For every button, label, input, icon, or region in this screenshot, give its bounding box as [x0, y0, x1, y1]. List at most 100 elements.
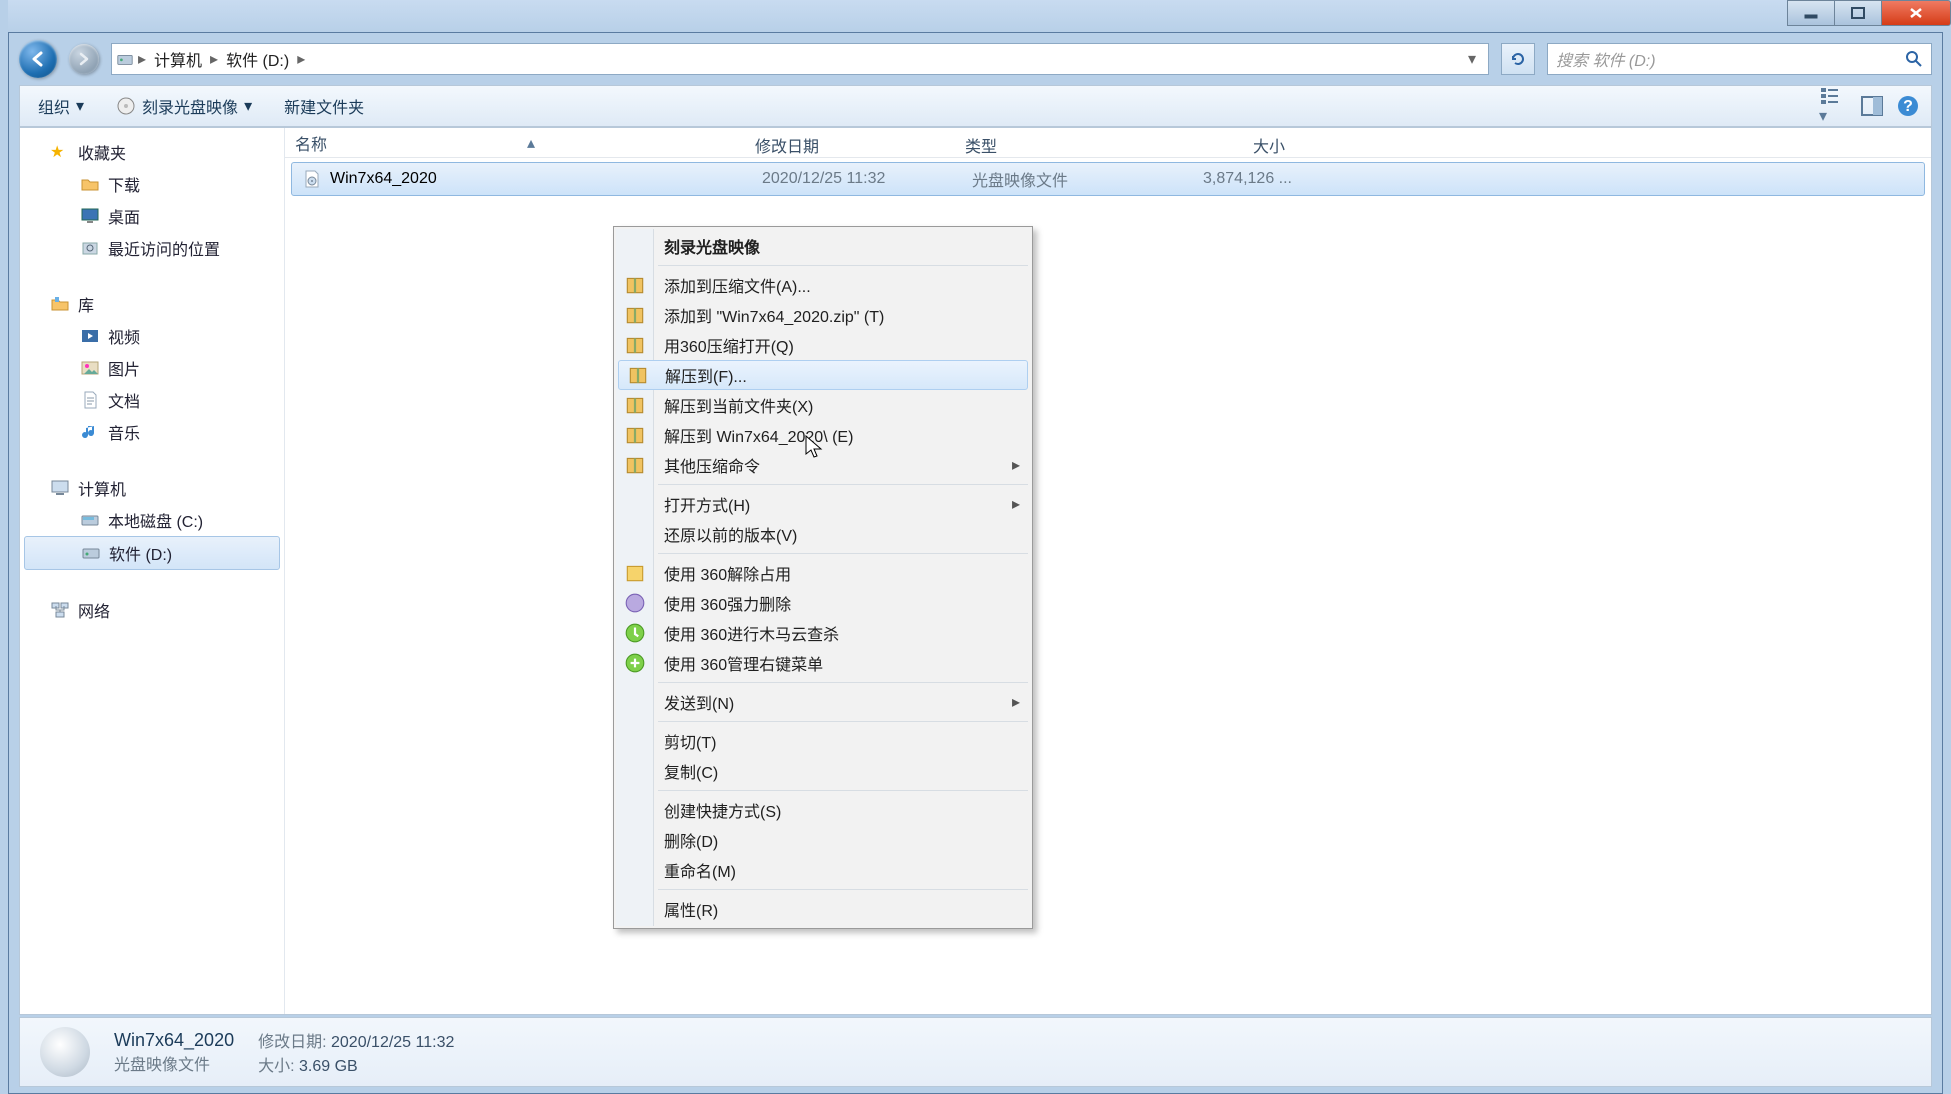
ctx-add-to-archive[interactable]: 添加到压缩文件(A)...	[616, 270, 1030, 300]
sidebar-videos[interactable]: 视频	[20, 320, 284, 352]
ctx-other-archive[interactable]: 其他压缩命令▸	[616, 450, 1030, 480]
file-type: 光盘映像文件	[962, 167, 1172, 191]
submenu-arrow-icon: ▸	[1012, 692, 1020, 712]
col-size[interactable]: 大小	[1165, 128, 1295, 157]
ctx-burn-disc[interactable]: 刻录光盘映像	[616, 231, 1030, 261]
file-date: 2020/12/25 11:32	[752, 170, 962, 188]
address-bar[interactable]: ▸ 计算机 ▸ 软件 (D:) ▸ ▾	[111, 43, 1489, 75]
sidebar-recent-places[interactable]: 最近访问的位置	[20, 232, 284, 264]
details-name: Win7x64_2020	[114, 1030, 234, 1051]
disc-icon	[40, 1027, 90, 1077]
maximize-button[interactable]	[1834, 0, 1882, 26]
documents-icon	[80, 390, 100, 410]
sidebar-music[interactable]: 音乐	[20, 416, 284, 448]
network-icon	[50, 600, 70, 620]
chevron-right-icon: ▸	[136, 49, 148, 69]
archive-icon	[624, 304, 646, 326]
navigation-pane: ★收藏夹 下载 桌面 最近访问的位置 库 视频 图片 文档 音乐 计算机 本地磁…	[20, 128, 285, 1014]
ctx-360-force-delete[interactable]: 使用 360强力删除	[616, 588, 1030, 618]
new-folder-button[interactable]: 新建文件夹	[278, 90, 370, 122]
sidebar-software-d[interactable]: 软件 (D:)	[24, 536, 280, 570]
forward-button[interactable]	[69, 44, 99, 74]
archive-icon	[627, 364, 649, 386]
burn-disc-button[interactable]: 刻录光盘映像 ▾	[110, 90, 258, 122]
library-icon	[50, 294, 70, 314]
file-row[interactable]: Win7x64_2020 2020/12/25 11:32 光盘映像文件 3,8…	[291, 162, 1925, 196]
sort-asc-icon: ▴	[527, 133, 535, 153]
video-icon	[80, 326, 100, 346]
sidebar-network[interactable]: 网络	[20, 594, 284, 626]
ctx-cut[interactable]: 剪切(T)	[616, 726, 1030, 756]
refresh-button[interactable]	[1501, 43, 1535, 75]
drive-icon	[116, 50, 134, 68]
col-date[interactable]: 修改日期	[745, 128, 955, 157]
ctx-copy[interactable]: 复制(C)	[616, 756, 1030, 786]
ctx-add-to-zip[interactable]: 添加到 "Win7x64_2020.zip" (T)	[616, 300, 1030, 330]
details-pane: Win7x64_2020 光盘映像文件 修改日期: 2020/12/25 11:…	[19, 1017, 1932, 1087]
minimize-button[interactable]	[1787, 0, 1835, 26]
sidebar-local-disk-c[interactable]: 本地磁盘 (C:)	[20, 504, 284, 536]
music-icon	[80, 422, 100, 442]
col-type[interactable]: 类型	[955, 128, 1165, 157]
svg-text:?: ?	[1903, 98, 1913, 115]
submenu-arrow-icon: ▸	[1012, 494, 1020, 514]
ctx-extract-here[interactable]: 解压到当前文件夹(X)	[616, 390, 1030, 420]
ctx-send-to[interactable]: 发送到(N)▸	[616, 687, 1030, 717]
address-dropdown[interactable]: ▾	[1460, 49, 1484, 69]
sidebar-desktop[interactable]: 桌面	[20, 200, 284, 232]
ctx-restore-previous[interactable]: 还原以前的版本(V)	[616, 519, 1030, 549]
view-options-button[interactable]: ▾	[1819, 86, 1847, 126]
ctx-extract-to-folder[interactable]: 解压到 Win7x64_2020\ (E)	[616, 420, 1030, 450]
360-icon	[624, 562, 646, 584]
sidebar-documents[interactable]: 文档	[20, 384, 284, 416]
window-titlebar	[8, 0, 1951, 32]
column-headers: 名称▴ 修改日期 类型 大小	[285, 128, 1931, 158]
search-icon	[1905, 50, 1923, 68]
ctx-360-unlock[interactable]: 使用 360解除占用	[616, 558, 1030, 588]
nav-bar: ▸ 计算机 ▸ 软件 (D:) ▸ ▾ 搜索 软件 (D:)	[19, 39, 1932, 79]
submenu-arrow-icon: ▸	[1012, 455, 1020, 475]
file-list: 名称▴ 修改日期 类型 大小 Win7x64_2020 2020/12/25 1…	[285, 128, 1931, 1014]
ctx-properties[interactable]: 属性(R)	[616, 894, 1030, 924]
ctx-360-trojan-scan[interactable]: 使用 360进行木马云查杀	[616, 618, 1030, 648]
archive-icon	[624, 274, 646, 296]
ctx-rename[interactable]: 重命名(M)	[616, 855, 1030, 885]
context-menu: 刻录光盘映像 添加到压缩文件(A)... 添加到 "Win7x64_2020.z…	[613, 226, 1033, 929]
search-input[interactable]: 搜索 软件 (D:)	[1547, 43, 1932, 75]
col-name[interactable]: 名称▴	[285, 128, 745, 157]
ctx-extract-to[interactable]: 解压到(F)...	[618, 360, 1028, 390]
refresh-icon	[1509, 50, 1527, 68]
desktop-icon	[80, 206, 100, 226]
archive-icon	[624, 334, 646, 356]
breadcrumb-drive[interactable]: 软件 (D:)	[220, 44, 295, 74]
ctx-delete[interactable]: 删除(D)	[616, 825, 1030, 855]
drive-icon	[80, 510, 100, 530]
back-button[interactable]	[19, 40, 57, 78]
search-placeholder: 搜索 软件 (D:)	[1556, 47, 1656, 71]
preview-pane-button[interactable]	[1861, 96, 1883, 116]
chevron-down-icon: ▾	[76, 96, 84, 116]
archive-icon	[624, 394, 646, 416]
sidebar-pictures[interactable]: 图片	[20, 352, 284, 384]
360-icon	[624, 652, 646, 674]
details-modified-value: 2020/12/25 11:32	[331, 1034, 454, 1051]
sidebar-computer[interactable]: 计算机	[20, 472, 284, 504]
iso-file-icon	[302, 169, 322, 189]
sidebar-downloads[interactable]: 下载	[20, 168, 284, 200]
details-size-label: 大小:	[258, 1058, 294, 1075]
star-icon: ★	[50, 142, 70, 162]
file-name: Win7x64_2020	[330, 170, 437, 188]
organize-button[interactable]: 组织 ▾	[32, 90, 90, 122]
sidebar-favorites[interactable]: ★收藏夹	[20, 136, 284, 168]
details-modified-label: 修改日期:	[258, 1034, 326, 1051]
ctx-create-shortcut[interactable]: 创建快捷方式(S)	[616, 795, 1030, 825]
downloads-icon	[80, 174, 100, 194]
file-size: 3,874,126 ...	[1172, 170, 1302, 188]
ctx-open-with[interactable]: 打开方式(H)▸	[616, 489, 1030, 519]
breadcrumb-computer[interactable]: 计算机	[148, 44, 208, 74]
ctx-360-manage-menu[interactable]: 使用 360管理右键菜单	[616, 648, 1030, 678]
close-button[interactable]	[1881, 0, 1951, 26]
help-button[interactable]: ?	[1897, 95, 1919, 117]
ctx-open-with-360zip[interactable]: 用360压缩打开(Q)	[616, 330, 1030, 360]
sidebar-libraries[interactable]: 库	[20, 288, 284, 320]
